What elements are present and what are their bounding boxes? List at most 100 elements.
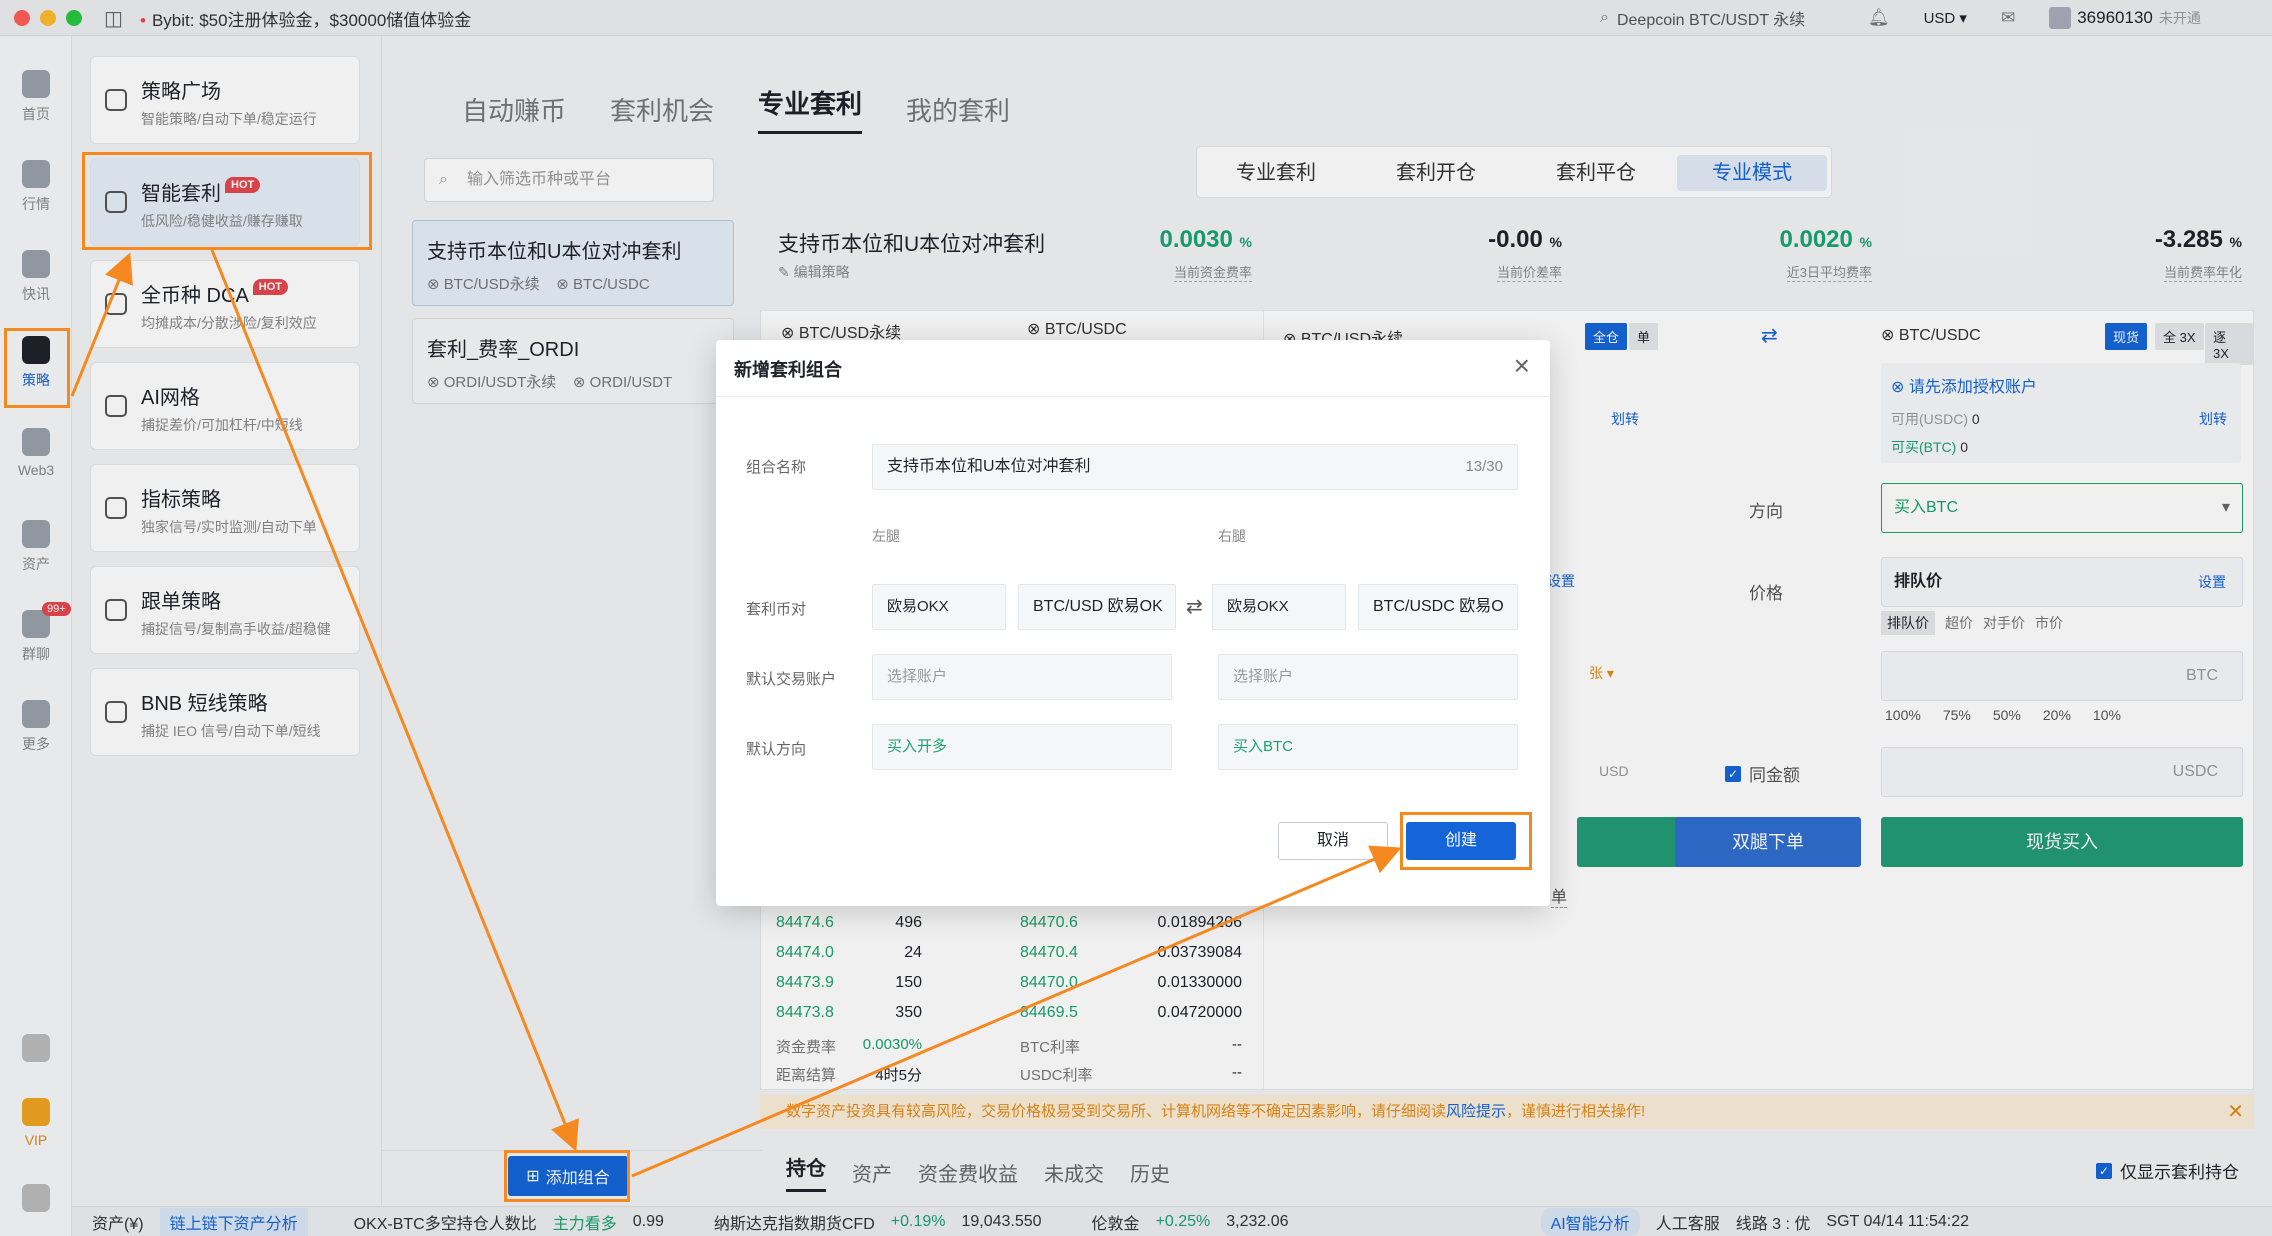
left-account-select[interactable]: 选择账户 bbox=[872, 654, 1172, 700]
strategy-card[interactable]: AI网格 捕捉差价/可加杠杆/中短线 bbox=[90, 362, 360, 450]
price-input[interactable]: 排队价 设置 bbox=[1881, 557, 2243, 607]
mode-tab-expert[interactable]: 专业模式 bbox=[1677, 155, 1827, 191]
right-pair-select[interactable]: BTC/USDC 欧易O bbox=[1358, 584, 1518, 630]
orderbook-cell: 84470.4 bbox=[1020, 944, 1078, 961]
transfer-link[interactable]: 划转 bbox=[1611, 409, 1639, 429]
strategy-card[interactable]: 指标策略 独家信号/实时监测/自动下单 bbox=[90, 464, 360, 552]
window-controls[interactable] bbox=[14, 10, 82, 26]
orderbook-row[interactable]: 84474.0 24 84470.4 0.03739084 bbox=[776, 942, 1246, 972]
rail-item[interactable]: VIP bbox=[0, 1098, 72, 1148]
tab-my-arbitrage[interactable]: 我的套利 bbox=[906, 91, 1010, 128]
edit-strategy-link[interactable]: ✎ 编辑策略 bbox=[778, 262, 850, 282]
tab-history[interactable]: 历史 bbox=[1130, 1158, 1170, 1187]
rail-item[interactable]: 快讯 bbox=[0, 250, 72, 304]
leverage-cross-button[interactable]: 全 3X bbox=[2155, 323, 2204, 350]
account-menu[interactable]: 36960130 未开通 bbox=[2049, 7, 2201, 29]
customer-service-button[interactable]: 人工客服 bbox=[1656, 1210, 1720, 1234]
strategy-card[interactable]: BNB 短线策略 捕捉 IEO 信号/自动下单/短线 bbox=[90, 668, 360, 756]
tab-positions[interactable]: 持仓 bbox=[786, 1152, 826, 1192]
settings-link[interactable]: 设置 bbox=[1547, 571, 1575, 591]
amount-input[interactable]: BTC bbox=[1881, 651, 2243, 701]
strategy-card[interactable]: 全币种 DCA HOT 均摊成本/分散涉险/复利效应 bbox=[90, 260, 360, 348]
close-icon[interactable]: × bbox=[1514, 350, 1530, 382]
layout-icon[interactable]: ◫ bbox=[104, 6, 123, 31]
mode-tab-open[interactable]: 套利开仓 bbox=[1361, 155, 1511, 191]
bell-icon[interactable]: 🔔︎ bbox=[1868, 8, 1890, 28]
combo-card[interactable]: 支持币本位和U本位对冲套利 ⊗ BTC/USD永续 ⊗ BTC/USDC bbox=[412, 220, 734, 306]
leverage-isolated-button[interactable]: 逐 3X bbox=[2205, 323, 2253, 365]
add-auth-link[interactable]: ⊗ 请先添加授权账户 bbox=[1891, 373, 2037, 397]
left-direction-select[interactable]: 买入开多 bbox=[872, 724, 1172, 770]
orderbook-cell: 84473.9 bbox=[776, 974, 834, 991]
filter-input[interactable]: ⌕ 输入筛选币种或平台 bbox=[424, 158, 714, 202]
global-search[interactable]: ⌕ Deepcoin BTC/USDT 永续 bbox=[1600, 4, 1844, 32]
ai-analysis-button[interactable]: AI智能分析 bbox=[1540, 1207, 1640, 1236]
cancel-button[interactable]: 取消 bbox=[1278, 822, 1388, 860]
pct-100[interactable]: 100% bbox=[1885, 707, 1921, 723]
rail-item[interactable]: 更多 bbox=[0, 700, 72, 754]
pct-10[interactable]: 10% bbox=[2093, 707, 2121, 723]
price-opt-counter[interactable]: 对手价 bbox=[1983, 613, 2025, 633]
orderbook-row[interactable]: 84474.6 496 84470.6 0.01894206 bbox=[776, 912, 1246, 942]
account-label: 默认交易账户 bbox=[746, 671, 837, 688]
pct-50[interactable]: 50% bbox=[1993, 707, 2021, 723]
mode-tab-close[interactable]: 套利平仓 bbox=[1521, 155, 1671, 191]
settings-icon[interactable] bbox=[0, 1184, 72, 1218]
tab-open-orders[interactable]: 未成交 bbox=[1044, 1158, 1104, 1187]
tablet-icon[interactable] bbox=[0, 1034, 72, 1068]
combo-card[interactable]: 套利_费率_ORDI ⊗ ORDI/USDT永续 ⊗ ORDI/USDT bbox=[412, 318, 734, 404]
rail-item[interactable]: 行情 bbox=[0, 160, 72, 214]
swap-icon[interactable]: ⇄ bbox=[1761, 323, 1778, 348]
tab-assets[interactable]: 资产 bbox=[852, 1158, 892, 1187]
left-pair-select[interactable]: BTC/USD 欧易OK bbox=[1018, 584, 1176, 630]
pct-20[interactable]: 20% bbox=[2043, 707, 2071, 723]
network-line[interactable]: 线路 3 : 优 bbox=[1736, 1210, 1811, 1234]
asset-analysis-button[interactable]: 链上链下资产分析 bbox=[159, 1207, 308, 1236]
risk-link[interactable]: 风险提示 bbox=[1446, 1103, 1506, 1120]
minimize-window-icon[interactable] bbox=[40, 10, 56, 26]
notice-banner[interactable]: • Bybit: $50注册体验金，$30000储值体验金 bbox=[140, 6, 471, 31]
usdc-input[interactable]: USDC bbox=[1881, 747, 2243, 797]
same-amount-checkbox[interactable]: ✓ 同金额 bbox=[1725, 761, 1800, 786]
wallet-icon bbox=[22, 520, 50, 548]
close-window-icon[interactable] bbox=[14, 10, 30, 26]
right-account-select[interactable]: 选择账户 bbox=[1218, 654, 1518, 700]
orderbook-row[interactable]: 84473.9 150 84470.0 0.01330000 bbox=[776, 972, 1246, 1002]
left-exchange-select[interactable]: 欧易OKX bbox=[872, 584, 1006, 630]
close-icon[interactable]: ✕ bbox=[2227, 1095, 2244, 1129]
tab-arbitrage-opportunity[interactable]: 套利机会 bbox=[610, 91, 714, 128]
right-exchange-select[interactable]: 欧易OKX bbox=[1212, 584, 1346, 630]
margin-single-button[interactable]: 单 bbox=[1629, 323, 1659, 350]
only-arb-checkbox[interactable]: ✓ 仅显示套利持仓 bbox=[2096, 1158, 2239, 1183]
mode-tab-pro[interactable]: 专业套利 bbox=[1201, 155, 1351, 191]
price-opt-market[interactable]: 市价 bbox=[2035, 613, 2063, 633]
order-link[interactable]: 单 bbox=[1551, 883, 1568, 908]
orderbook-row[interactable]: 84473.8 350 84469.5 0.04720000 bbox=[776, 1002, 1246, 1032]
strategy-card[interactable]: 跟单策略 捕捉信号/复制高手收益/超稳健 bbox=[90, 566, 360, 654]
spot-button[interactable]: 现货 bbox=[2105, 323, 2148, 350]
margin-cross-button[interactable]: 全仓 bbox=[1585, 323, 1628, 350]
currency-select[interactable]: USD ▾ bbox=[1924, 9, 1967, 27]
right-direction-select[interactable]: 买入BTC bbox=[1218, 724, 1518, 770]
strategy-card[interactable]: 策略广场 智能策略/自动下单/稳定运行 bbox=[90, 56, 360, 144]
direction-select[interactable]: 买入BTC ▾ bbox=[1881, 483, 2243, 533]
swap-icon[interactable]: ⇄ bbox=[1186, 594, 1203, 619]
price-opt-queue[interactable]: 排队价 bbox=[1881, 611, 1935, 635]
pct-75[interactable]: 75% bbox=[1943, 707, 1971, 723]
price-opt-over[interactable]: 超价 bbox=[1945, 613, 1973, 633]
rail-item[interactable]: Web3 bbox=[0, 428, 72, 478]
unit-select[interactable]: 张 ▾ bbox=[1589, 663, 1614, 683]
rail-item[interactable]: 群聊 99+ bbox=[0, 602, 72, 664]
spot-buy-button[interactable]: 现货买入 bbox=[1881, 817, 2243, 867]
rail-item[interactable]: 资产 bbox=[0, 520, 72, 574]
rail-item[interactable]: 首页 bbox=[0, 70, 72, 124]
tab-pro-arbitrage[interactable]: 专业套利 bbox=[758, 84, 863, 134]
both-legs-order-button[interactable]: 双腿下单 bbox=[1675, 817, 1861, 867]
name-input[interactable]: 支持币本位和U本位对冲套利 13/30 bbox=[872, 444, 1518, 490]
maximize-window-icon[interactable] bbox=[66, 10, 82, 26]
orderbook-cell: 84470.6 bbox=[1020, 914, 1078, 931]
transfer-link[interactable]: 划转 bbox=[2199, 409, 2227, 429]
tab-auto-earn[interactable]: 自动赚币 bbox=[462, 91, 566, 128]
tab-funding-income[interactable]: 资金费收益 bbox=[918, 1158, 1018, 1187]
mail-icon[interactable]: ✉ bbox=[2001, 8, 2015, 28]
